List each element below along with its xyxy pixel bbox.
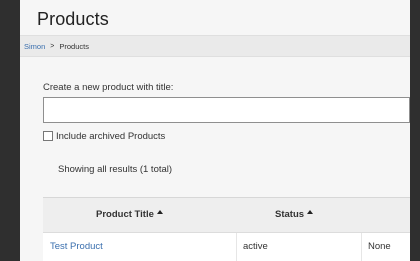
breadcrumb-current-products: Products [59,41,89,51]
product-extra-cell: None [368,241,391,252]
sort-ascending-icon [156,209,163,214]
window-gutter-right [410,0,420,261]
include-archived-row[interactable]: Include archived Products [43,130,165,142]
breadcrumb-link-simon[interactable]: Simon [24,42,45,51]
column-header-product-title[interactable]: Product Title [96,209,163,220]
include-archived-label: Include archived Products [56,130,166,142]
product-title-input[interactable] [43,97,410,123]
column-header-status[interactable]: Status [275,209,314,220]
products-table: Product Title Status Test Product active… [43,197,410,261]
product-status-cell: active [243,241,268,252]
column-header-label: Status [275,209,305,220]
column-header-label: Product Title [96,209,154,220]
table-row: Test Product active None [43,233,410,261]
table-header: Product Title Status [43,198,410,233]
breadcrumb: Simon > Products [20,35,410,57]
products-page: Products Simon > Products Create a new p… [20,0,410,261]
sort-ascending-icon [307,209,314,214]
product-title-link[interactable]: Test Product [50,241,103,252]
window-gutter-left [0,0,20,261]
breadcrumb-separator-icon: > [50,42,55,50]
create-product-label: Create a new product with title: [43,82,174,93]
include-archived-checkbox[interactable] [43,131,53,141]
page-title: Products [37,9,109,29]
results-summary: Showing all results (1 total) [58,164,173,175]
